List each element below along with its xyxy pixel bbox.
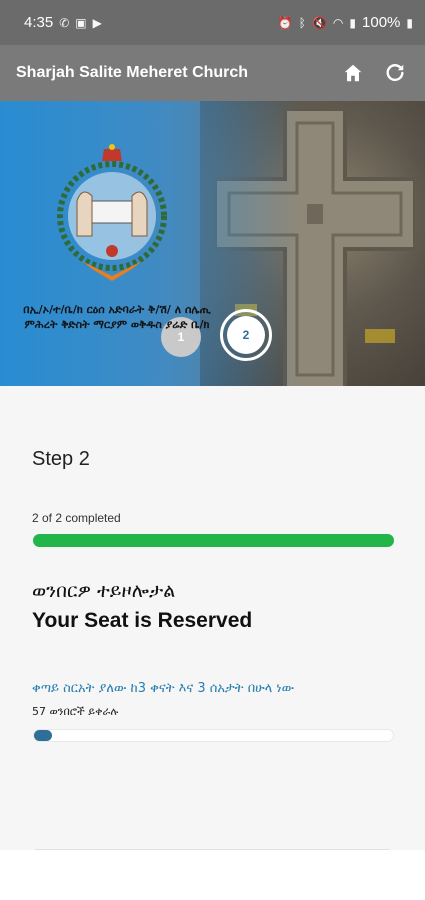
next-service-text: ቀጣይ ስርአት ያለው ከ3 ቀናት እና 3 ሰአታት በሁላ ነው [32,681,295,696]
bottom-divider [35,849,390,850]
step-progress-fill [33,534,394,547]
refresh-button[interactable] [379,57,411,89]
battery-percent: 100% [362,14,401,31]
mute-icon: 🔇 [311,15,327,30]
seats-progress-bar [33,729,394,742]
image-icon: ▣ [75,15,87,30]
signal-icon: ▮ [349,15,357,30]
step-title: Step 2 [32,448,90,470]
step-number-2: 2 [242,328,250,342]
step-completed-text: 2 of 2 completed [32,511,121,525]
youtube-icon: ▶ [92,15,102,30]
status-time: 4:35 [24,14,54,31]
step-number-1: 1 [177,330,185,344]
reserved-title-english: Your Seat is Reserved [32,609,253,632]
seats-left-text: 57 ወንበሮች ይቀራሉ [32,705,119,718]
step-indicator-2[interactable]: 2 [220,309,272,361]
status-right: ⏰ ᛒ 🔇 ◠ ▮ 100% ▮ [278,14,413,31]
phone-wifi-icon: ✆ [59,15,70,30]
church-emblem-logo [57,144,167,281]
bluetooth-icon: ᛒ [298,15,306,30]
seats-progress-fill [34,730,52,741]
battery-icon: ▮ [406,15,413,30]
step-progress-bar [33,534,394,547]
status-bar: 4:35 ✆ ▣ ▶ ⏰ ᛒ 🔇 ◠ ▮ 100% ▮ [0,0,425,45]
refresh-icon [386,64,404,82]
wifi-icon: ◠ [332,15,344,30]
step-indicator-2-inner: 2 [227,316,265,354]
church-name: በኢ/ኦ/ተ/ቤ/ክ ርዕሰ አድባራት ቅ/ሽ/ ለ ሰሌጢ ምሕረት ቅድስ… [23,303,211,331]
alarm-icon: ⏰ [277,15,293,30]
reserved-title-amharic: ወንበርዎ ተይዞሎታል [32,580,176,602]
hero-banner: 1 2 [0,101,425,386]
app-bar: Sharjah Salite Meheret Church [0,45,425,101]
app-title: Sharjah Salite Meheret Church [16,64,249,81]
home-button[interactable] [337,57,369,89]
home-icon [344,64,362,82]
status-left: 4:35 ✆ ▣ ▶ [24,14,102,31]
